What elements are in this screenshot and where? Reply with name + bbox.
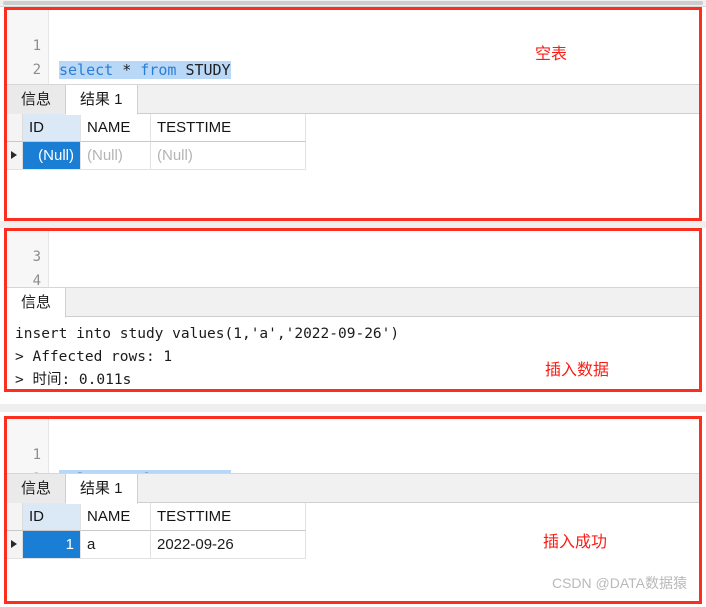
code-line[interactable]: 2 [7,443,699,473]
code-line[interactable]: 1 select * from STUDY [7,419,699,473]
table-header-row: ID NAME TESTTIME [7,114,699,142]
tab-info[interactable]: 信息 [7,474,67,504]
column-header-name[interactable]: NAME [81,503,151,531]
annotated-panel-insert-success: 1 select * from STUDY 2 信息 结果 1 ID NAME [4,416,702,604]
annotated-panel-insert-data: 3 4 insert into study values(1,'a','2022… [4,228,702,392]
table-row[interactable]: (Null) (Null) (Null) [7,142,699,170]
column-header-id[interactable]: ID [23,114,81,142]
table-header-row: ID NAME TESTTIME [7,503,699,531]
annotation-insert-data: 插入数据 [545,360,610,379]
row-marker-cell [7,503,23,531]
sql-editor-3[interactable]: 1 select * from STUDY 2 [7,419,699,473]
code-line[interactable]: 4 insert into study values(1,'a','2022-0… [7,245,699,287]
row-marker-cell[interactable] [7,531,23,559]
row-marker-cell [7,114,23,142]
sql-editor-2[interactable]: 3 4 insert into study values(1,'a','2022… [7,231,699,287]
cell-id[interactable]: (Null) [23,142,81,170]
tab-result-1[interactable]: 结果 1 [66,474,138,504]
scrollbar-thumb[interactable] [3,1,703,5]
cell-testtime[interactable]: 2022-09-26 [151,531,306,559]
annotated-panel-empty-table: 1 select * from STUDY 2 3 信息 结果 1 [4,7,702,221]
screenshot-root: 1 select * from STUDY 2 3 信息 结果 1 [0,0,706,607]
tab-info[interactable]: 信息 [7,288,67,318]
tab-info[interactable]: 信息 [7,85,67,115]
panel-gap-2-shade [0,404,706,412]
code-line[interactable]: 5 [7,269,699,287]
result-grid-1: ID NAME TESTTIME (Null) (Null) (Null) [7,114,699,170]
code-line[interactable]: 3 [7,231,699,265]
column-header-name[interactable]: NAME [81,114,151,142]
watermark-text: CSDN @DATA数据猿 [551,575,687,591]
sql-editor-1[interactable]: 1 select * from STUDY 2 3 [7,10,699,84]
panel-gap-1 [0,221,706,228]
current-row-arrow-icon [11,151,17,159]
result-tabbar-2: 信息 [7,287,699,318]
annotation-empty-table: 空表 [535,44,568,63]
column-header-testtime[interactable]: TESTTIME [151,114,306,142]
code-line[interactable]: 1 select * from STUDY [7,10,699,79]
cell-name[interactable]: a [81,531,151,559]
cell-testtime[interactable]: (Null) [151,142,306,170]
cell-id[interactable]: 1 [23,531,81,559]
result-tabbar-3: 信息 结果 1 [7,473,699,504]
column-header-id[interactable]: ID [23,503,81,531]
result-tabbar-1: 信息 结果 1 [7,84,699,115]
code-line[interactable]: 2 [7,34,699,78]
current-row-arrow-icon [11,540,17,548]
horizontal-scrollbar-top[interactable] [0,0,706,7]
tab-result-1[interactable]: 结果 1 [66,85,138,115]
row-marker-cell[interactable] [7,142,23,170]
cell-name[interactable]: (Null) [81,142,151,170]
annotation-insert-success: 插入成功 [543,532,608,551]
column-header-testtime[interactable]: TESTTIME [151,503,306,531]
code-line[interactable]: 3 [7,58,699,82]
